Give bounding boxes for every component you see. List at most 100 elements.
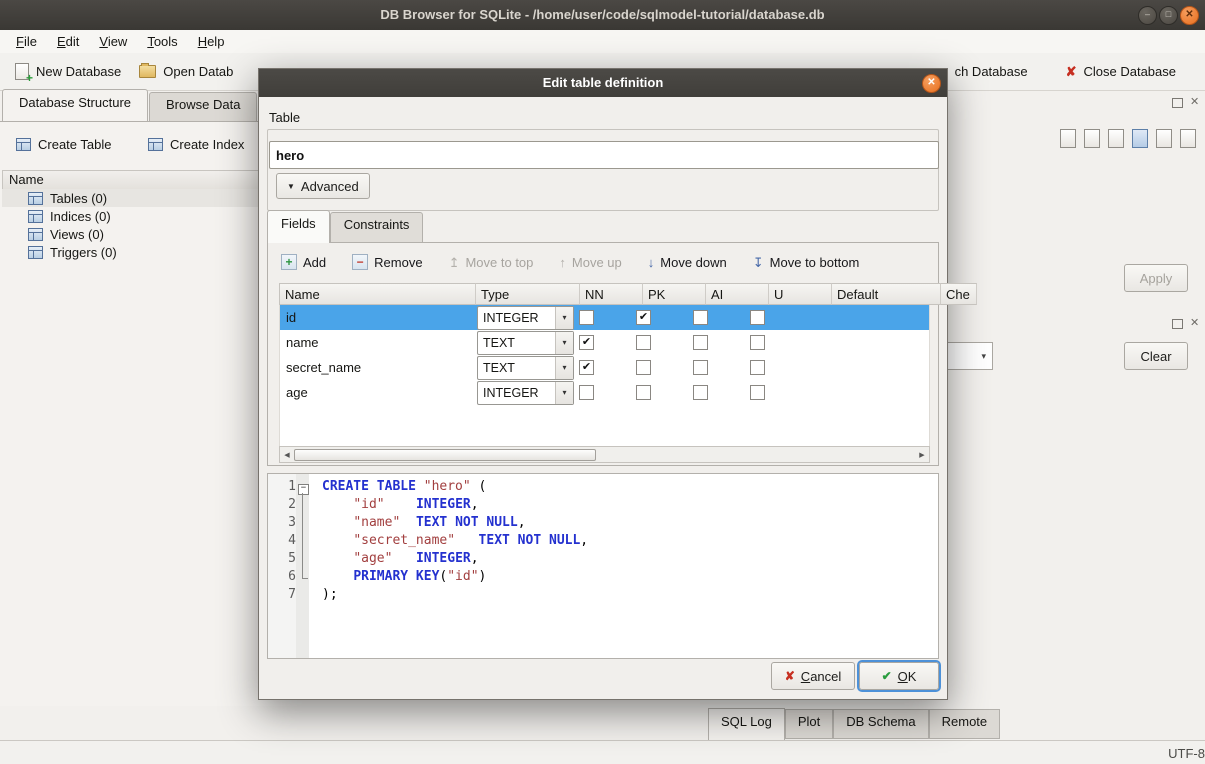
cell-editor-combo-partial[interactable]: ▾ [946,342,993,370]
default-cell[interactable] [802,330,905,355]
type-select[interactable]: TEXT▾ [477,331,574,355]
maximize-button[interactable]: □ [1159,6,1178,25]
horizontal-scrollbar[interactable]: ◀ ▶ [279,446,930,463]
open-database-button[interactable]: Open Datab [130,58,242,85]
check-cell[interactable] [905,305,935,330]
u-checkbox[interactable] [750,335,765,350]
field-row[interactable]: ageINTEGER▾ [280,380,929,405]
dialog-close-button[interactable]: ✕ [922,74,941,93]
tab-remote[interactable]: Remote [929,709,1001,739]
toolbar-icon[interactable] [1060,129,1076,148]
close-database-button[interactable]: ✘ Close Database [1057,58,1185,85]
sql-preview-editor[interactable]: 1CREATE TABLE "hero" (2 "id" INTEGER,3 "… [267,473,939,659]
tree-header[interactable]: Name [2,170,266,191]
tab-fields[interactable]: Fields [267,210,330,243]
column-header-nn[interactable]: NN [580,283,643,305]
button-create-index[interactable]: Create Index [140,132,252,157]
ok-button[interactable]: ✔ OK [859,662,939,690]
toolbar-icon[interactable] [1180,129,1196,148]
nn-checkbox[interactable] [579,310,594,325]
cancel-button[interactable]: ✘ Cancel [771,662,855,690]
dialog-title-bar[interactable]: Edit table definition ✕ [259,69,947,97]
u-checkbox[interactable] [750,310,765,325]
advanced-toggle-button[interactable]: ▼ Advanced [276,173,370,199]
type-select[interactable]: TEXT▾ [477,356,574,380]
tab-browse-data[interactable]: Browse Data [149,92,257,122]
close-dock-icon[interactable]: ✕ [1190,318,1199,329]
menu-item-tools[interactable]: Tools [137,31,187,52]
field-name-cell[interactable]: id [280,305,476,330]
menu-item-view[interactable]: View [89,31,137,52]
ai-checkbox[interactable] [693,360,708,375]
type-select[interactable]: INTEGER▾ [477,306,574,330]
toolbar-icon[interactable] [1084,129,1100,148]
field-name-cell[interactable]: secret_name [280,355,476,380]
scrollbar-thumb[interactable] [294,449,596,461]
apply-button[interactable]: Apply [1124,264,1188,292]
field-row[interactable]: nameTEXT▾ ✔ [280,330,929,355]
button-remove[interactable]: −Remove [352,254,422,270]
tab-sql-log[interactable]: SQL Log [708,708,785,741]
tab-constraints[interactable]: Constraints [330,212,424,243]
tree-item-tables[interactable]: Tables (0) [2,189,284,207]
u-checkbox[interactable] [750,360,765,375]
ai-checkbox[interactable] [693,335,708,350]
nn-checkbox[interactable]: ✔ [579,360,594,375]
minimize-button[interactable]: – [1138,6,1157,25]
default-cell[interactable] [802,380,905,405]
column-header-che[interactable]: Che [941,283,977,305]
table-name-input[interactable] [269,141,939,169]
menu-item-edit[interactable]: Edit [47,31,89,52]
title-bar[interactable]: DB Browser for SQLite - /home/user/code/… [0,0,1205,30]
close-dock-icon[interactable]: ✕ [1190,97,1199,108]
column-header-default[interactable]: Default [832,283,941,305]
default-cell[interactable] [802,305,905,330]
toolbar-icon[interactable] [1132,129,1148,148]
ai-checkbox[interactable] [693,385,708,400]
button-create-table[interactable]: Create Table [8,132,119,157]
close-button[interactable]: ✕ [1180,6,1199,25]
field-name-cell[interactable]: name [280,330,476,355]
float-dock-icon[interactable] [1172,98,1183,108]
column-header-u[interactable]: U [769,283,832,305]
field-row[interactable]: secret_nameTEXT▾ ✔ [280,355,929,380]
clear-button[interactable]: Clear [1124,342,1188,370]
tab-database-structure[interactable]: Database Structure [2,89,148,122]
pk-checkbox[interactable] [636,385,651,400]
toolbar-icon[interactable] [1108,129,1124,148]
column-header-name[interactable]: Name [279,283,476,305]
tree-item-indices[interactable]: Indices (0) [2,207,284,225]
type-select[interactable]: INTEGER▾ [477,381,574,405]
pk-checkbox[interactable] [636,335,651,350]
column-header-pk[interactable]: PK [643,283,706,305]
pk-checkbox[interactable]: ✔ [636,310,651,325]
tab-plot[interactable]: Plot [785,709,833,739]
toolbar-icon[interactable] [1156,129,1172,148]
menu-item-file[interactable]: File [6,31,47,52]
button-move-down[interactable]: ↓Move down [648,255,727,270]
check-cell[interactable] [905,355,935,380]
u-checkbox[interactable] [750,385,765,400]
scroll-left-icon[interactable]: ◀ [280,451,294,459]
check-cell[interactable] [905,380,935,405]
pk-checkbox[interactable] [636,360,651,375]
check-cell[interactable] [905,330,935,355]
nn-checkbox[interactable] [579,385,594,400]
new-database-button[interactable]: New Database [6,57,130,86]
tree-item-triggers[interactable]: Triggers (0) [2,243,284,261]
field-name-cell[interactable]: age [280,380,476,405]
nn-checkbox[interactable]: ✔ [579,335,594,350]
field-row[interactable]: idINTEGER▾ ✔ [280,305,929,330]
float-dock-icon[interactable] [1172,319,1183,329]
tree-item-views[interactable]: Views (0) [2,225,284,243]
scroll-right-icon[interactable]: ▶ [915,451,929,459]
default-cell[interactable] [802,355,905,380]
column-header-type[interactable]: Type [476,283,580,305]
fold-collapse-icon[interactable]: − [298,484,309,495]
column-header-ai[interactable]: AI [706,283,769,305]
button-add[interactable]: +Add [281,254,326,270]
tab-db-schema[interactable]: DB Schema [833,709,928,739]
ai-checkbox[interactable] [693,310,708,325]
button-move-to-bottom[interactable]: ↧Move to bottom [753,255,860,270]
attach-database-button[interactable]: ch Database [946,58,1037,85]
